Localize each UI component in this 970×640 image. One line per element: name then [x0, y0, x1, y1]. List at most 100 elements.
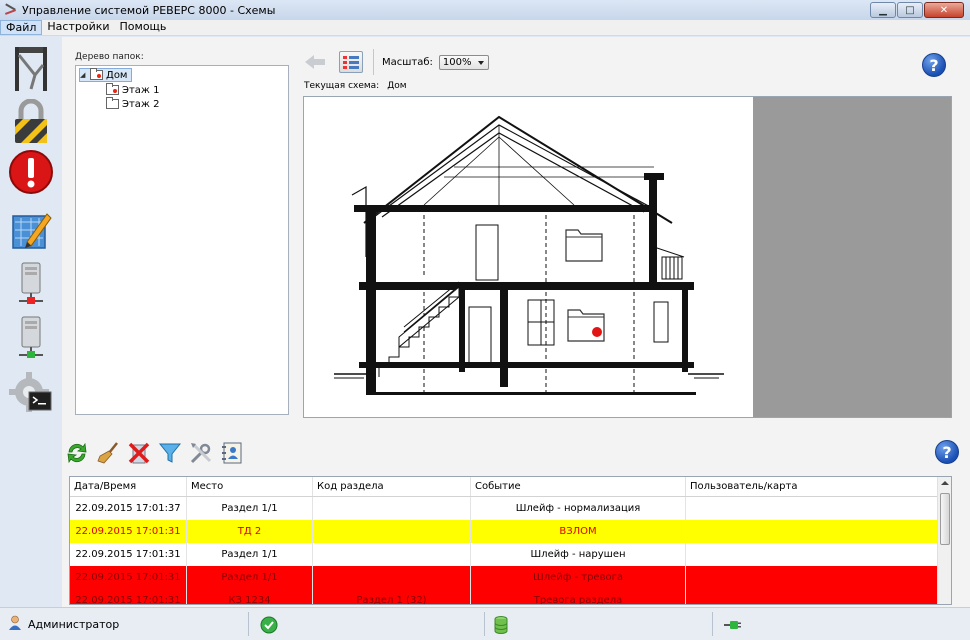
- table-header: Дата/Время Место Код раздела Событие Пол…: [70, 477, 951, 497]
- col-event[interactable]: Событие: [471, 477, 686, 496]
- folder-tree[interactable]: ◢ Дом Этаж 1 Этаж 2: [75, 65, 289, 415]
- title-bar: Управление системой РЕВЕРС 8000 - Схемы …: [0, 0, 970, 20]
- database-icon: [494, 608, 508, 640]
- window-controls: ▁ □ ✕: [870, 2, 964, 18]
- table-cell-user: [686, 543, 939, 566]
- plan-folder-floor-1-icon: [567, 309, 605, 342]
- current-scheme-label: Текущая схема:: [304, 81, 380, 91]
- padlock-icon[interactable]: [6, 97, 56, 147]
- table-row[interactable]: 22.09.2015 17:01:31 Раздел 1/1 Шлейф - нар…: [70, 543, 951, 566]
- table-cell-place: Раздел 1/1: [187, 543, 313, 566]
- server-red-icon[interactable]: [6, 259, 56, 309]
- table-row[interactable]: 22.09.2015 17:01:31 Раздел 1/1 Шлейф - тре…: [70, 566, 951, 589]
- scheme-canvas[interactable]: [304, 97, 753, 417]
- table-row[interactable]: 22.09.2015 17:01:37 Раздел 1/1 Шлейф - нор…: [70, 497, 951, 520]
- left-toolbar: [0, 37, 62, 607]
- col-section-code[interactable]: Код раздела: [313, 477, 471, 496]
- tree-item-label: Этаж 2: [122, 98, 160, 110]
- table-cell-event: Шлейф - тревога: [471, 566, 686, 589]
- table-cell-user: [686, 566, 939, 589]
- server-green-icon[interactable]: [6, 313, 56, 363]
- table-row[interactable]: 22.09.2015 17:01:31 КЗ 1234 Раздел 1 (32) Т…: [70, 589, 951, 604]
- vertical-scrollbar[interactable]: [937, 477, 951, 604]
- folder-alarm-icon: [90, 68, 103, 80]
- alert-icon[interactable]: [6, 147, 56, 197]
- table-cell-place: Раздел 1/1: [187, 566, 313, 589]
- table-cell-code: Раздел 1 (32): [313, 589, 471, 604]
- status-divider: [712, 612, 713, 636]
- back-arrow-icon[interactable]: [305, 55, 327, 69]
- col-user-card[interactable]: Пользователь/карта: [686, 477, 939, 496]
- status-divider: [248, 612, 249, 636]
- col-datetime[interactable]: Дата/Время: [70, 477, 187, 496]
- zoom-value: 100%: [442, 56, 472, 68]
- table-cell-datetime: 22.09.2015 17:01:31: [70, 589, 187, 604]
- main-panel: Дерево папок: ◢ Дом Этаж 1 Этаж 2 Масшта…: [62, 37, 970, 607]
- table-cell-datetime: 22.09.2015 17:01:31: [70, 543, 187, 566]
- help-icon[interactable]: ?: [922, 53, 946, 77]
- expander-icon[interactable]: ◢: [80, 71, 88, 79]
- menu-settings[interactable]: Настройки: [42, 20, 114, 35]
- menu-help[interactable]: Помощь: [115, 20, 172, 35]
- chevron-down-icon: [477, 60, 484, 65]
- table-cell-datetime: 22.09.2015 17:01:31: [70, 520, 187, 543]
- tree-item-floor-2[interactable]: Этаж 2: [106, 97, 160, 111]
- event-list-button[interactable]: [339, 51, 363, 73]
- table-body: 22.09.2015 17:01:37 Раздел 1/1 Шлейф - нор…: [70, 497, 951, 604]
- tree-item-label: Дом: [106, 69, 128, 81]
- turnstile-icon[interactable]: [6, 43, 56, 93]
- minimize-button[interactable]: ▁: [870, 2, 896, 18]
- window-title: Управление системой РЕВЕРС 8000 - Схемы: [22, 3, 276, 17]
- scrollbar-thumb[interactable]: [940, 493, 950, 545]
- app-icon: [4, 4, 18, 16]
- folder-tree-label: Дерево папок:: [75, 52, 144, 62]
- table-cell-event: Шлейф - нарушен: [471, 543, 686, 566]
- status-user-name: Администратор: [28, 618, 120, 631]
- tree-item-floor-1[interactable]: Этаж 1: [106, 83, 160, 97]
- zoom-label: Масштаб:: [382, 56, 433, 68]
- folder-icon: [106, 97, 119, 109]
- status-user: Администратор: [8, 608, 119, 640]
- events-table[interactable]: Дата/Время Место Код раздела Событие Пол…: [69, 476, 952, 605]
- table-cell-code: [313, 566, 471, 589]
- plan-folder-floor-2-icon: [565, 229, 603, 262]
- tree-item-root[interactable]: ◢ Дом: [79, 68, 133, 82]
- maximize-button[interactable]: □: [897, 2, 923, 18]
- menu-file[interactable]: Файл: [0, 20, 43, 35]
- table-cell-user: [686, 520, 939, 543]
- table-cell-code: [313, 520, 471, 543]
- broom-icon[interactable]: [96, 441, 120, 465]
- menu-bar: Файл Настройки Помощь: [0, 20, 970, 36]
- card-icon[interactable]: [220, 441, 244, 465]
- house-section-drawing: [334, 115, 724, 395]
- console-gear-icon[interactable]: [6, 367, 56, 417]
- events-help-icon[interactable]: ?: [935, 440, 959, 464]
- map-edit-icon[interactable]: [6, 205, 56, 255]
- table-cell-user: [686, 589, 939, 604]
- tree-item-label: Этаж 1: [122, 84, 160, 96]
- status-bar: Администратор: [0, 607, 970, 640]
- status-ok-icon: [260, 608, 278, 640]
- table-cell-user: [686, 497, 939, 520]
- refresh-icon[interactable]: [65, 441, 89, 465]
- col-place[interactable]: Место: [187, 477, 313, 496]
- current-scheme-value: Дом: [387, 81, 407, 91]
- user-icon: [8, 615, 22, 634]
- table-cell-datetime: 22.09.2015 17:01:31: [70, 566, 187, 589]
- toolbar-separator: [373, 49, 374, 75]
- table-cell-code: [313, 543, 471, 566]
- table-cell-event: ВЗЛОМ: [471, 520, 686, 543]
- scheme-view[interactable]: [303, 96, 952, 418]
- delete-icon[interactable]: [127, 441, 151, 465]
- zoom-select[interactable]: 100%: [438, 54, 489, 70]
- scroll-up-icon[interactable]: [941, 481, 949, 485]
- table-cell-event: Шлейф - нормализация: [471, 497, 686, 520]
- tools-icon[interactable]: [189, 441, 213, 465]
- table-row[interactable]: 22.09.2015 17:01:31 ТД 2 ВЗЛОМ: [70, 520, 951, 543]
- close-button[interactable]: ✕: [924, 2, 964, 18]
- scheme-toolbar: Масштаб: 100%: [305, 49, 489, 75]
- filter-icon[interactable]: [158, 441, 182, 465]
- table-cell-event: Тревога раздела: [471, 589, 686, 604]
- table-cell-code: [313, 497, 471, 520]
- status-divider: [484, 612, 485, 636]
